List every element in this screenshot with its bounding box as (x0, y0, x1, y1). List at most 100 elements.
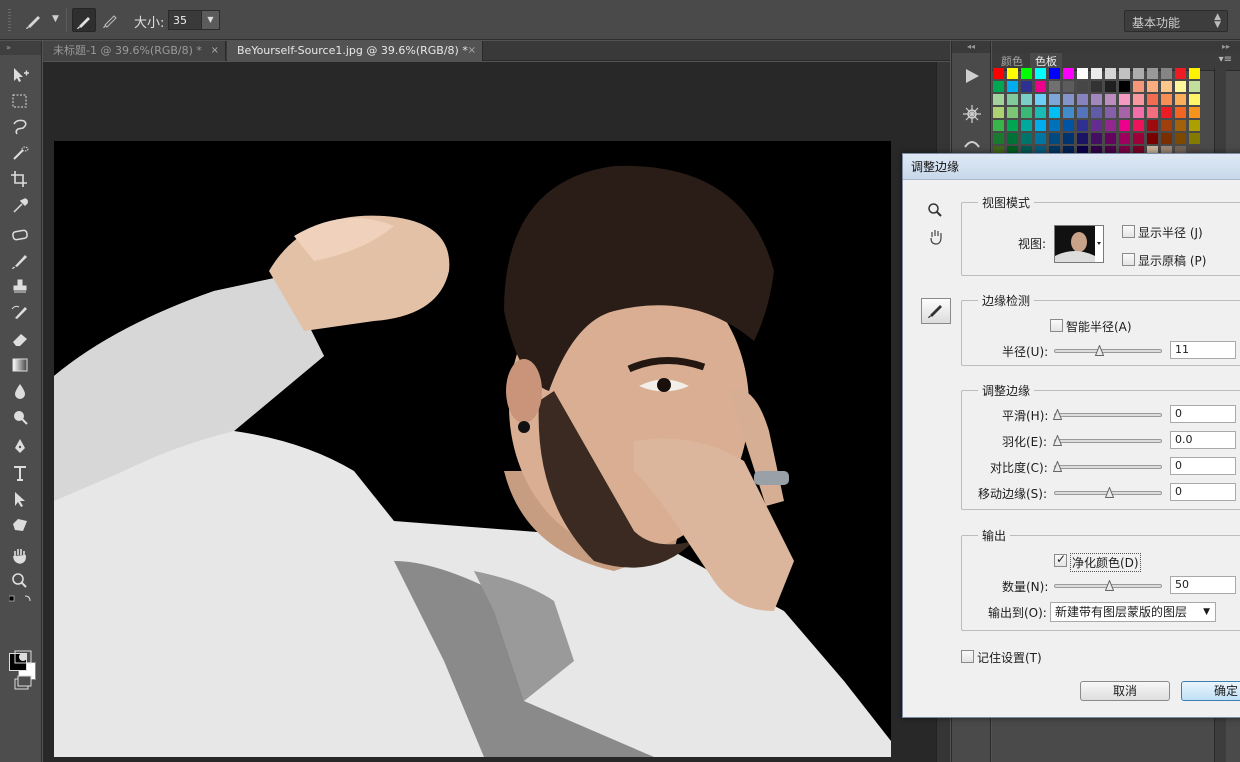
decontaminate-colors-checkbox[interactable] (1054, 552, 1067, 567)
color-swatch[interactable] (1189, 120, 1200, 131)
color-swatch[interactable] (1035, 133, 1046, 144)
color-swatch[interactable] (1021, 81, 1032, 92)
color-swatch[interactable] (1175, 94, 1186, 105)
output-to-select[interactable]: 新建带有图层蒙版的图层 ▼ (1050, 602, 1216, 622)
color-swatch[interactable] (993, 81, 1004, 92)
color-swatch[interactable] (1189, 107, 1200, 118)
color-swatch[interactable] (1063, 133, 1074, 144)
color-swatch[interactable] (1105, 107, 1116, 118)
color-swatch[interactable] (1119, 120, 1130, 131)
chevron-down-icon[interactable]: ▼ (201, 11, 219, 29)
feather-input[interactable]: 0.0 (1170, 431, 1236, 449)
color-swatch[interactable] (1119, 107, 1130, 118)
color-swatch[interactable] (1077, 68, 1088, 79)
slider-thumb[interactable] (1105, 487, 1114, 498)
color-swatch[interactable] (1189, 133, 1200, 144)
erase-refinements-tool-button[interactable] (99, 8, 123, 32)
color-swatch[interactable] (1147, 107, 1158, 118)
show-original-checkbox[interactable] (1122, 253, 1135, 266)
color-swatch[interactable] (1105, 81, 1116, 92)
document-image[interactable] (54, 141, 891, 757)
color-swatch[interactable] (1077, 107, 1088, 118)
color-swatch[interactable] (1175, 107, 1186, 118)
blur-tool[interactable] (9, 381, 35, 403)
color-swatch[interactable] (1161, 94, 1172, 105)
color-swatch[interactable] (1119, 81, 1130, 92)
tool-preset-picker[interactable]: ▼ (22, 8, 62, 32)
canvas-area[interactable] (43, 62, 950, 762)
brush-size-field[interactable]: 35 ▼ (168, 10, 220, 30)
hand-icon[interactable] (927, 228, 945, 246)
smart-radius-checkbox[interactable] (1050, 319, 1063, 332)
brush-tool[interactable] (9, 251, 35, 273)
amount-input[interactable]: 50 (1170, 576, 1236, 594)
color-swatch[interactable] (1105, 94, 1116, 105)
color-swatch[interactable] (1189, 68, 1200, 79)
color-swatch[interactable] (1147, 68, 1158, 79)
color-swatch[interactable] (1007, 68, 1018, 79)
tool-preset-dropdown-icon[interactable]: ▼ (52, 14, 59, 24)
close-icon[interactable]: × (468, 41, 476, 61)
color-swatch[interactable] (1091, 107, 1102, 118)
gradient-tool[interactable] (9, 355, 35, 377)
color-swatch[interactable] (1007, 120, 1018, 131)
color-swatch[interactable] (1007, 94, 1018, 105)
cancel-button[interactable]: 取消 (1080, 681, 1170, 701)
panel-menu-icon[interactable]: ▾≡ (1219, 54, 1232, 65)
color-swatch[interactable] (1077, 133, 1088, 144)
amount-slider[interactable] (1054, 580, 1162, 591)
zoom-icon[interactable] (927, 202, 943, 218)
color-swatch[interactable] (1133, 68, 1144, 79)
eyedropper-tool[interactable] (9, 195, 35, 217)
slider-thumb[interactable] (1105, 580, 1114, 591)
brush-settings-icon[interactable] (961, 103, 983, 125)
play-actions-icon[interactable] (961, 65, 983, 87)
color-swatch[interactable] (1105, 68, 1116, 79)
color-swatch[interactable] (1063, 107, 1074, 118)
path-selection-tool[interactable] (9, 489, 35, 511)
type-tool[interactable] (9, 463, 35, 485)
color-swatch[interactable] (1091, 120, 1102, 131)
color-swatch[interactable] (1049, 94, 1060, 105)
workspace-switcher[interactable]: 基本功能 ▲ ▼ (1124, 10, 1228, 32)
color-swatch[interactable] (1147, 81, 1158, 92)
collapse-panels-icon[interactable]: ◂◂ (952, 41, 990, 53)
view-mode-picker[interactable] (1054, 225, 1104, 263)
radius-slider[interactable] (1054, 345, 1162, 356)
color-swatch[interactable] (1119, 68, 1130, 79)
color-swatch[interactable] (1133, 81, 1144, 92)
color-swatch[interactable] (1035, 81, 1046, 92)
color-swatch[interactable] (1161, 120, 1172, 131)
color-swatch[interactable] (1161, 107, 1172, 118)
options-bar-grip[interactable] (8, 9, 11, 31)
color-swatch[interactable] (1147, 133, 1158, 144)
color-swatch[interactable] (1133, 120, 1144, 131)
screen-mode-button[interactable] (12, 673, 38, 695)
clone-source-icon[interactable] (961, 133, 983, 155)
color-swatch[interactable] (1063, 94, 1074, 105)
color-swatch[interactable] (1007, 81, 1018, 92)
color-swatch[interactable] (1049, 133, 1060, 144)
color-swatch[interactable] (1147, 120, 1158, 131)
radius-input[interactable]: 11 (1170, 341, 1236, 359)
color-swatch[interactable] (1049, 107, 1060, 118)
color-swatch[interactable] (1035, 94, 1046, 105)
color-swatch[interactable] (1063, 120, 1074, 131)
custom-shape-tool[interactable] (9, 515, 35, 537)
color-swatch[interactable] (993, 107, 1004, 118)
color-swatch[interactable] (1119, 133, 1130, 144)
color-swatch[interactable] (993, 68, 1004, 79)
color-swatch[interactable] (1189, 81, 1200, 92)
slider-thumb[interactable] (1095, 345, 1104, 356)
history-brush-tool[interactable] (9, 303, 35, 325)
color-swatch[interactable] (1077, 120, 1088, 131)
color-swatch[interactable] (1175, 120, 1186, 131)
color-swatch[interactable] (1077, 94, 1088, 105)
color-swatch[interactable] (1175, 81, 1186, 92)
color-swatch[interactable] (1035, 107, 1046, 118)
remember-settings-checkbox[interactable] (961, 650, 974, 663)
tab-untitled[interactable]: 未标题-1 @ 39.6%(RGB/8) * × (43, 41, 226, 61)
contrast-slider[interactable] (1053, 461, 1162, 472)
refine-radius-tool-button[interactable] (921, 298, 951, 324)
color-swatch[interactable] (1049, 81, 1060, 92)
